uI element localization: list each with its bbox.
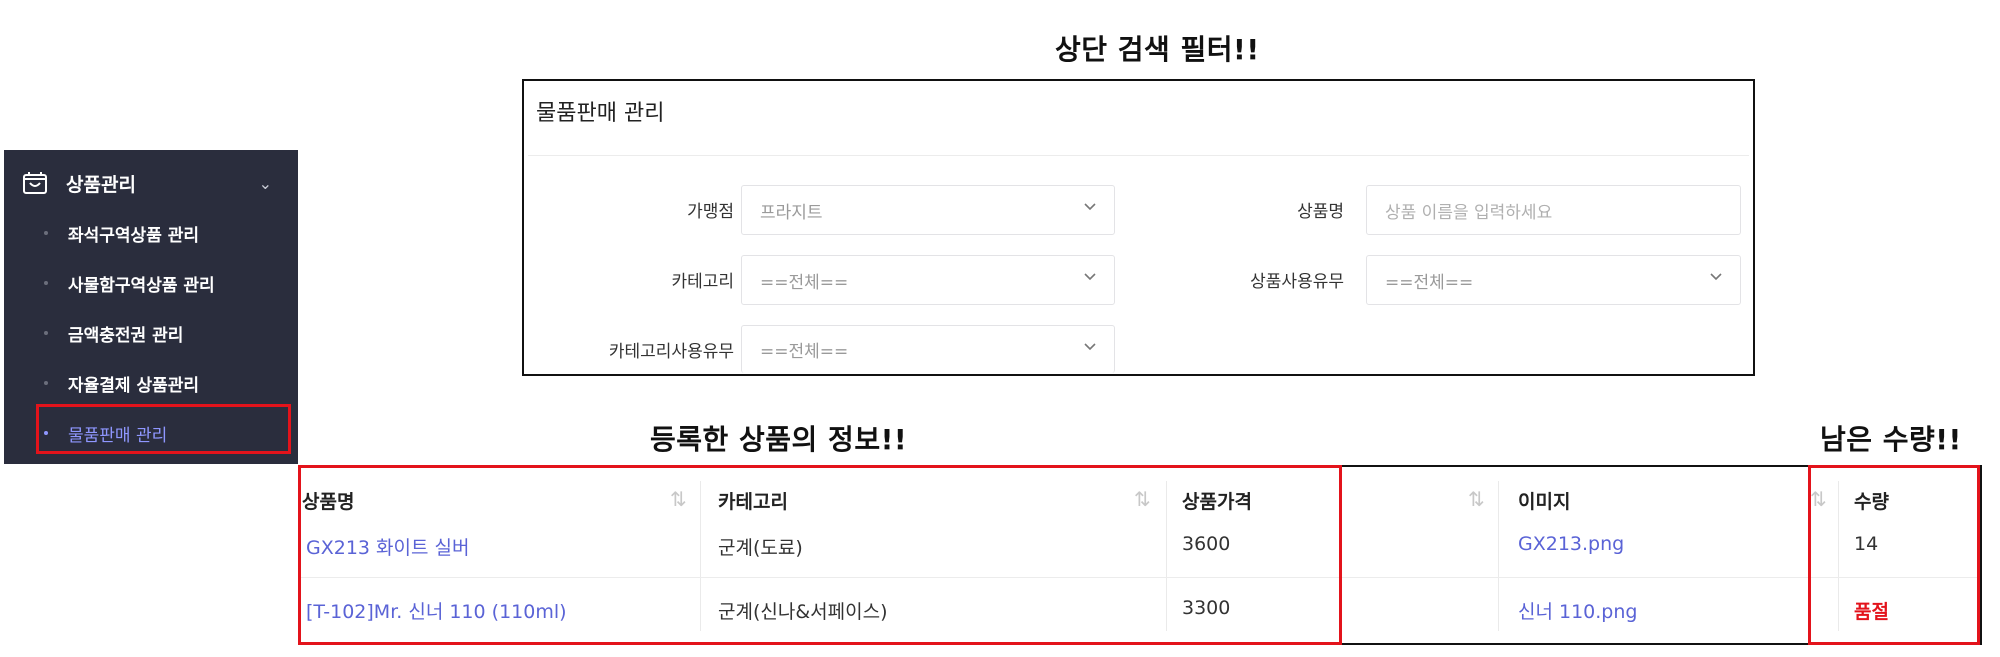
franchise-select-value: 프라지트 bbox=[760, 202, 823, 223]
annotation-remaining-qty: 남은 수량!! bbox=[1820, 423, 1962, 456]
image-link[interactable]: GX213.png bbox=[1518, 533, 1624, 555]
search-filter-panel: 물품판매 관리 가맹점 프라지트 상품명 상품 이름을 입력하세요 카테고리 =… bbox=[522, 79, 1755, 376]
divider bbox=[528, 155, 1749, 156]
box-icon bbox=[23, 172, 47, 194]
franchise-label: 가맹점 bbox=[687, 202, 734, 222]
bullet-icon bbox=[44, 231, 48, 235]
category-select[interactable]: ==전체== bbox=[741, 255, 1115, 305]
column-header-image[interactable]: 이미지 bbox=[1518, 467, 1818, 533]
sidebar-item-label: 금액충전권 관리 bbox=[68, 325, 184, 346]
sidebar-item-charge-voucher[interactable]: 금액충전권 관리 bbox=[44, 318, 284, 348]
product-use-select-value: ==전체== bbox=[1385, 272, 1474, 293]
chevron-down-icon bbox=[1084, 343, 1096, 351]
franchise-select[interactable]: 프라지트 bbox=[741, 185, 1115, 235]
image-link[interactable]: 신너 110.png bbox=[1518, 597, 1637, 624]
product-use-label: 상품사용유무 bbox=[1250, 272, 1344, 292]
chevron-down-icon: ⌄ bbox=[258, 174, 272, 193]
sidebar-item-seat-zone[interactable]: 좌석구역상품 관리 bbox=[44, 218, 284, 248]
product-use-select[interactable]: ==전체== bbox=[1366, 255, 1741, 305]
quantity-highlight-box bbox=[1808, 465, 1980, 645]
sidebar-group-product-management[interactable]: 상품관리 ⌄ bbox=[22, 168, 282, 198]
product-name-placeholder: 상품 이름을 입력하세요 bbox=[1385, 202, 1553, 223]
chevron-down-icon bbox=[1084, 273, 1096, 281]
column-divider bbox=[1498, 481, 1499, 631]
bullet-icon bbox=[44, 381, 48, 385]
sidebar-item-label: 자율결제 상품관리 bbox=[68, 375, 200, 396]
product-info-highlight-box bbox=[298, 465, 1342, 645]
product-name-label: 상품명 bbox=[1297, 202, 1344, 222]
annotation-search-filter: 상단 검색 필터!! bbox=[1055, 33, 1260, 66]
category-label: 카테고리 bbox=[671, 272, 734, 292]
bullet-icon bbox=[44, 331, 48, 335]
sidebar: 상품관리 ⌄ 좌석구역상품 관리 사물함구역상품 관리 금액충전권 관리 자율결… bbox=[4, 150, 298, 464]
sidebar-group-label: 상품관리 bbox=[66, 173, 136, 196]
active-item-highlight-box bbox=[36, 404, 291, 454]
product-name-input[interactable]: 상품 이름을 입력하세요 bbox=[1366, 185, 1741, 235]
sort-icon[interactable]: ⇅ bbox=[1468, 487, 1485, 511]
sidebar-item-label: 좌석구역상품 관리 bbox=[68, 225, 200, 246]
category-use-label: 카테고리사용유무 bbox=[608, 342, 734, 362]
annotation-product-info: 등록한 상품의 정보!! bbox=[650, 423, 908, 456]
category-use-select-value: ==전체== bbox=[760, 342, 849, 362]
sidebar-item-self-payment[interactable]: 자율결제 상품관리 bbox=[44, 368, 284, 398]
bullet-icon bbox=[44, 281, 48, 285]
sidebar-item-locker-zone[interactable]: 사물함구역상품 관리 bbox=[44, 268, 284, 298]
category-use-select[interactable]: ==전체== bbox=[741, 325, 1115, 373]
sidebar-item-label: 사물함구역상품 관리 bbox=[68, 275, 215, 296]
category-select-value: ==전체== bbox=[760, 272, 849, 293]
chevron-down-icon bbox=[1084, 203, 1096, 211]
chevron-down-icon bbox=[1710, 273, 1722, 281]
panel-title: 물품판매 관리 bbox=[536, 101, 665, 126]
